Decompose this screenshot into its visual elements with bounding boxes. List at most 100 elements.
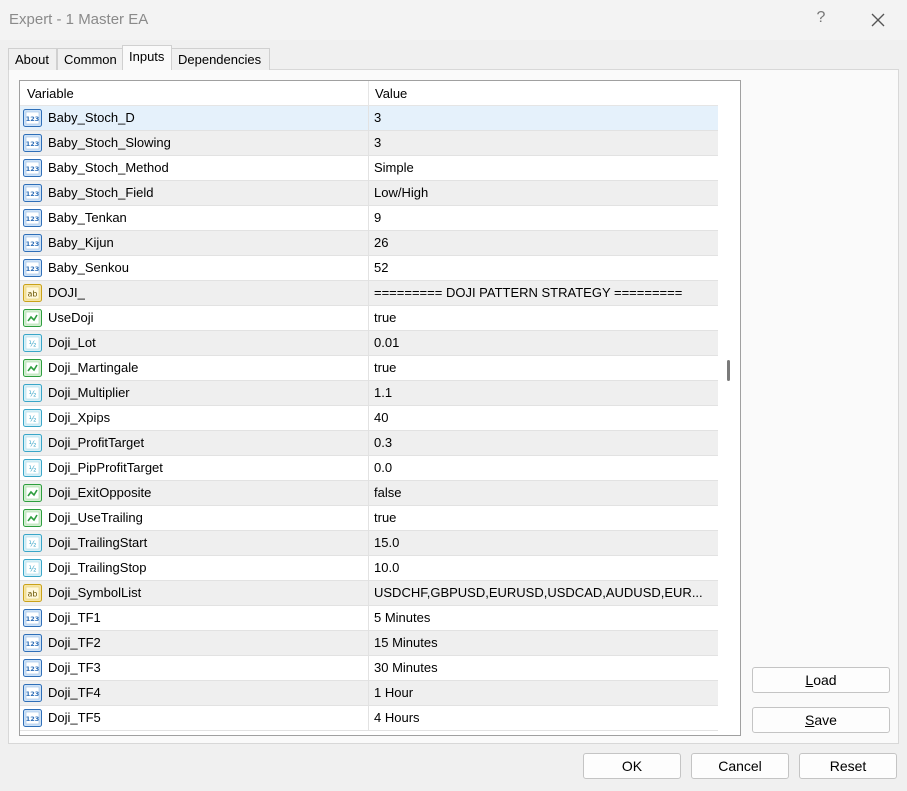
tab-common[interactable]: Common <box>57 48 123 70</box>
tab-inputs[interactable]: Inputs <box>122 45 172 70</box>
table-row[interactable]: ½ Doji_TrailingStop 10.0 <box>20 556 718 581</box>
variable-name: Doji_UseTrailing <box>48 510 143 525</box>
ok-button[interactable]: OK <box>583 753 681 779</box>
svg-text:123: 123 <box>26 215 40 223</box>
table-row[interactable]: 123 Doji_TF2 15 Minutes <box>20 631 718 656</box>
help-button[interactable]: ? <box>811 9 831 31</box>
svg-text:123: 123 <box>26 140 40 148</box>
integer-type-icon: 123 <box>23 709 42 727</box>
variable-name: Baby_Stoch_Slowing <box>48 135 171 150</box>
variable-value[interactable]: 1 Hour <box>374 685 714 700</box>
table-row[interactable]: 123 Doji_TF5 4 Hours <box>20 706 718 731</box>
table-row[interactable]: ½ Doji_Xpips 40 <box>20 406 718 431</box>
reset-button[interactable]: Reset <box>799 753 897 779</box>
column-separator <box>368 681 369 706</box>
table-row[interactable]: UseDoji true <box>20 306 718 331</box>
tab-dependencies[interactable]: Dependencies <box>171 48 270 70</box>
load-button[interactable]: Load <box>752 667 890 693</box>
tab-label: Inputs <box>129 49 165 64</box>
variable-value[interactable]: 5 Minutes <box>374 610 714 625</box>
variable-value[interactable]: 0.0 <box>374 460 714 475</box>
table-row[interactable]: ½ Doji_TrailingStart 15.0 <box>20 531 718 556</box>
variable-value[interactable]: ========= DOJI PATTERN STRATEGY ========… <box>374 285 714 300</box>
column-separator <box>368 656 369 681</box>
svg-text:½: ½ <box>29 565 37 574</box>
table-row[interactable]: ab Doji_SymbolList USDCHF,GBPUSD,EURUSD,US… <box>20 581 718 606</box>
variable-value[interactable]: 52 <box>374 260 714 275</box>
variable-value[interactable]: 15.0 <box>374 535 714 550</box>
variable-value[interactable]: false <box>374 485 714 500</box>
integer-type-icon: 123 <box>23 234 42 252</box>
integer-type-icon: 123 <box>23 684 42 702</box>
table-row[interactable]: 123 Baby_Senkou 52 <box>20 256 718 281</box>
table-row[interactable]: 123 Doji_TF1 5 Minutes <box>20 606 718 631</box>
variable-name: Baby_Kijun <box>48 235 114 250</box>
boolean-type-icon <box>23 359 42 377</box>
table-row[interactable]: ab DOJI_ ========= DOJI PATTERN STRATEGY =… <box>20 281 718 306</box>
column-separator <box>368 281 369 306</box>
variable-value[interactable]: Simple <box>374 160 714 175</box>
variable-value[interactable]: true <box>374 310 714 325</box>
variable-value[interactable]: 3 <box>374 110 714 125</box>
variable-value[interactable]: 30 Minutes <box>374 660 714 675</box>
svg-text:123: 123 <box>26 190 40 198</box>
grid-header: Variable Value <box>20 81 718 106</box>
variable-value[interactable]: 15 Minutes <box>374 635 714 650</box>
variable-value[interactable]: 4 Hours <box>374 710 714 725</box>
table-row[interactable]: 123 Baby_Stoch_Slowing 3 <box>20 131 718 156</box>
variable-value[interactable]: 3 <box>374 135 714 150</box>
variable-value[interactable]: 1.1 <box>374 385 714 400</box>
variable-value[interactable]: USDCHF,GBPUSD,EURUSD,USDCAD,AUDUSD,EUR..… <box>374 585 714 600</box>
header-value[interactable]: Value <box>375 86 407 101</box>
svg-text:ab: ab <box>28 290 38 299</box>
svg-text:123: 123 <box>26 115 40 123</box>
variable-value[interactable]: true <box>374 510 714 525</box>
label-rest: oad <box>813 672 837 688</box>
table-row[interactable]: 123 Baby_Stoch_Method Simple <box>20 156 718 181</box>
table-row[interactable]: 123 Doji_TF3 30 Minutes <box>20 656 718 681</box>
variable-value[interactable]: true <box>374 360 714 375</box>
tab-about[interactable]: About <box>8 48 57 70</box>
svg-text:123: 123 <box>26 690 40 698</box>
variable-value[interactable]: 26 <box>374 235 714 250</box>
table-row[interactable]: 123 Baby_Stoch_D 3 <box>20 106 718 131</box>
table-row[interactable]: ½ Doji_PipProfitTarget 0.0 <box>20 456 718 481</box>
variable-value[interactable]: 0.3 <box>374 435 714 450</box>
variable-value[interactable]: 9 <box>374 210 714 225</box>
integer-type-icon: 123 <box>23 159 42 177</box>
table-row[interactable]: 123 Baby_Kijun 26 <box>20 231 718 256</box>
integer-type-icon: 123 <box>23 634 42 652</box>
close-button[interactable] <box>864 6 892 34</box>
vertical-scrollbar[interactable] <box>718 81 740 735</box>
column-separator <box>368 256 369 281</box>
table-row[interactable]: ½ Doji_Lot 0.01 <box>20 331 718 356</box>
variable-value[interactable]: 0.01 <box>374 335 714 350</box>
table-row[interactable]: ½ Doji_Multiplier 1.1 <box>20 381 718 406</box>
variable-name: Baby_Tenkan <box>48 210 127 225</box>
table-row[interactable]: ½ Doji_ProfitTarget 0.3 <box>20 431 718 456</box>
table-row[interactable]: 123 Baby_Stoch_Field Low/High <box>20 181 718 206</box>
table-row[interactable]: 123 Baby_Tenkan 9 <box>20 206 718 231</box>
column-separator <box>368 406 369 431</box>
header-variable[interactable]: Variable <box>27 86 74 101</box>
variable-value[interactable]: Low/High <box>374 185 714 200</box>
table-row[interactable]: 123 Doji_TF4 1 Hour <box>20 681 718 706</box>
variable-value[interactable]: 40 <box>374 410 714 425</box>
table-row[interactable]: Doji_Martingale true <box>20 356 718 381</box>
save-button[interactable]: Save <box>752 707 890 733</box>
cancel-button[interactable]: Cancel <box>691 753 789 779</box>
column-separator <box>368 181 369 206</box>
svg-text:123: 123 <box>26 615 40 623</box>
string-type-icon: ab <box>23 584 42 602</box>
variable-value[interactable]: 10.0 <box>374 560 714 575</box>
inputs-grid[interactable]: Variable Value 123 Baby_Stoch_D 3 123 Baby_S… <box>19 80 741 736</box>
column-separator <box>368 356 369 381</box>
double-type-icon: ½ <box>23 334 42 352</box>
table-row[interactable]: Doji_ExitOpposite false <box>20 481 718 506</box>
integer-type-icon: 123 <box>23 134 42 152</box>
column-separator <box>368 331 369 356</box>
table-row[interactable]: Doji_UseTrailing true <box>20 506 718 531</box>
variable-name: Baby_Senkou <box>48 260 129 275</box>
column-separator <box>368 131 369 156</box>
scrollbar-thumb[interactable] <box>727 360 730 381</box>
